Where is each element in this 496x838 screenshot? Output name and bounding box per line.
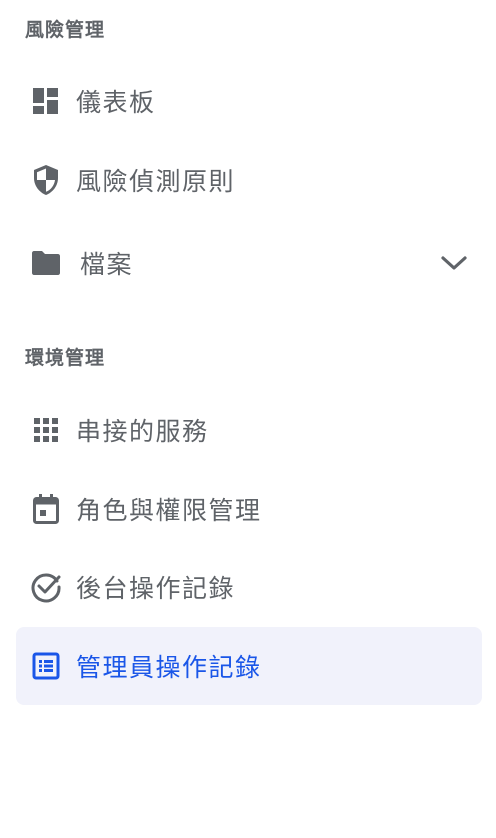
shield-icon [30,164,62,196]
calendar-icon [30,493,62,525]
apps-grid-icon [30,414,62,446]
section-title-risk-management: 風險管理 [25,19,106,41]
sidebar-item-risk-rules[interactable]: 風險偵測原則 [16,141,482,219]
section-title-environment-management: 環境管理 [25,347,106,369]
sidebar-item-label: 串接的服務 [76,417,209,446]
check-circle-icon [30,571,62,603]
sidebar-item-dashboard[interactable]: 儀表板 [16,62,482,140]
dashboard-icon [30,85,62,117]
sidebar-nav: 風險管理 儀表板 風險偵測原則 檔案 環境管理 串接的服務 角色與權限管理 後台… [0,0,496,838]
sidebar-item-roles-permissions[interactable]: 角色與權限管理 [16,470,482,548]
sidebar-item-admin-logs[interactable]: 管理員操作記錄 [16,627,482,705]
sidebar-item-label: 風險偵測原則 [76,167,236,196]
sidebar-item-label: 檔案 [80,250,134,279]
sidebar-item-files[interactable]: 檔案 [16,224,482,302]
sidebar-item-label: 後台操作記錄 [76,574,236,603]
sidebar-item-label: 管理員操作記錄 [76,653,262,682]
folder-icon [30,247,62,279]
sidebar-item-connected-services[interactable]: 串接的服務 [16,391,482,469]
list-icon [30,650,62,682]
sidebar-item-label: 儀表板 [76,88,156,117]
chevron-down-icon[interactable] [440,249,468,277]
sidebar-item-backend-logs[interactable]: 後台操作記錄 [16,548,482,626]
sidebar-item-label: 角色與權限管理 [76,496,262,525]
